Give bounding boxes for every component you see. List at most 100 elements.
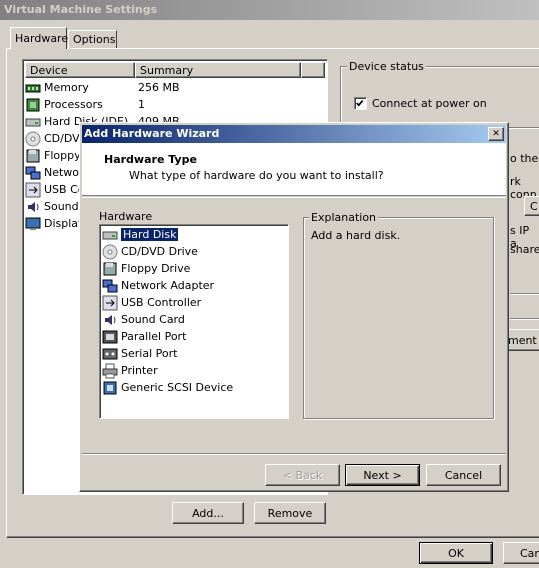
partial-button[interactable]: C <box>524 196 539 216</box>
hardware-item-serial[interactable]: Serial Port <box>102 345 177 362</box>
hardware-item-label: Printer <box>121 364 158 377</box>
hardware-item-sound[interactable]: Sound Card <box>102 311 185 328</box>
next-button[interactable]: Next > <box>345 464 420 486</box>
window-titlebar: Virtual Machine Settings <box>0 0 539 20</box>
floppy-icon <box>26 149 40 162</box>
device-row-sound[interactable]: Sound <box>25 198 79 215</box>
device-row-display[interactable]: Display <box>25 215 85 232</box>
cd-dvd-icon <box>25 131 41 146</box>
wizard-header: Hardware Type What type of hardware do y… <box>82 143 506 196</box>
device-name: Sound <box>44 200 79 213</box>
device-status-label: Device status <box>347 60 426 73</box>
sound-icon <box>28 201 39 212</box>
divider-line <box>510 293 539 295</box>
header-divider <box>82 197 506 198</box>
hardware-item-network[interactable]: Network Adapter <box>102 277 214 294</box>
hardware-item-scsi[interactable]: Generic SCSI Device <box>102 379 233 396</box>
checkbox-box[interactable] <box>354 97 367 110</box>
hardware-item-hard-disk[interactable]: Hard Disk <box>102 226 179 243</box>
checkmark-icon <box>356 100 364 107</box>
add-button[interactable]: Add... <box>172 502 244 524</box>
device-summary: 256 MB <box>138 81 180 94</box>
column-header-device[interactable]: Device <box>25 62 135 78</box>
usb-icon <box>102 295 118 310</box>
sound-icon <box>105 314 116 325</box>
device-row-processors[interactable]: Processors 1 <box>25 96 145 113</box>
hardware-item-usb[interactable]: USB Controller <box>102 294 201 311</box>
cancel-button[interactable]: Can <box>503 542 539 564</box>
hardware-item-label: Floppy Drive <box>121 262 191 275</box>
wizard-titlebar: Add Hardware Wizard ✕ <box>82 125 506 143</box>
column-summary-label: Summary <box>140 64 194 77</box>
scsi-icon <box>103 381 117 394</box>
processor-icon <box>26 98 40 111</box>
hardware-item-label: Parallel Port <box>121 330 187 343</box>
device-row-floppy[interactable]: Floppy <box>25 147 81 164</box>
hardware-item-floppy[interactable]: Floppy Drive <box>102 260 190 277</box>
divider-line <box>510 318 539 320</box>
wizard-close-button[interactable]: ✕ <box>488 127 504 141</box>
device-row-network[interactable]: Networ <box>25 164 84 181</box>
ok-button[interactable]: OK <box>419 542 493 564</box>
printer-icon <box>102 363 118 378</box>
hardware-item-printer[interactable]: Printer <box>102 362 158 379</box>
device-summary: 1 <box>138 98 145 111</box>
fragment-to-the: o the <box>510 152 539 165</box>
column-header-filler <box>301 62 325 78</box>
tab-hardware[interactable]: Hardware <box>10 27 69 49</box>
explanation-group: Explanation Add a hard disk. <box>303 211 494 419</box>
window-title: Virtual Machine Settings <box>4 3 158 16</box>
floppy-icon <box>103 262 117 275</box>
device-name: Processors <box>44 98 103 111</box>
tab-options-label: Options <box>73 33 116 46</box>
remove-button-label: Remove <box>267 506 313 520</box>
cancel-button-label: Can <box>520 546 539 560</box>
network-icon <box>25 166 41 179</box>
remove-button[interactable]: Remove <box>254 502 326 524</box>
network-icon <box>102 279 118 292</box>
hardware-label: Hardware <box>99 210 153 223</box>
hardware-item-label: USB Controller <box>121 296 202 309</box>
hardware-item-cd-dvd[interactable]: CD/DVD Drive <box>102 243 198 260</box>
parallel-port-icon <box>102 330 118 343</box>
connect-at-power-on-label: Connect at power on <box>372 97 487 110</box>
usb-icon <box>25 182 41 197</box>
wizard-heading: Hardware Type <box>104 153 197 166</box>
back-button[interactable]: < Back <box>265 464 340 486</box>
device-row-memory[interactable]: Memory 256 MB <box>25 79 180 96</box>
close-icon: ✕ <box>492 129 500 139</box>
hardware-item-label: Generic SCSI Device <box>121 381 234 394</box>
partial-button-label: C <box>530 199 538 213</box>
connect-at-power-on-checkbox[interactable]: Connect at power on <box>354 97 487 110</box>
device-row-usb[interactable]: USB Co <box>25 181 85 198</box>
device-name: Memory <box>44 81 89 94</box>
wizard-title: Add Hardware Wizard <box>84 127 220 140</box>
tab-options[interactable]: Options <box>68 30 117 48</box>
device-name: Networ <box>44 166 84 179</box>
device-status-group: Device status Connect at power on <box>340 60 539 128</box>
tab-hardware-label: Hardware <box>15 32 69 45</box>
footer-divider <box>82 453 506 455</box>
device-name: Floppy <box>44 149 81 162</box>
hardware-item-label: Sound Card <box>121 313 185 326</box>
hard-disk-icon <box>25 118 41 126</box>
hardware-item-label: Network Adapter <box>121 279 215 292</box>
hardware-item-label: CD/DVD Drive <box>121 245 198 258</box>
fragment-share: share <box>510 243 539 256</box>
display-icon <box>25 217 41 230</box>
explanation-text: Add a hard disk. <box>311 229 401 242</box>
serial-port-icon <box>102 348 118 359</box>
hardware-item-parallel[interactable]: Parallel Port <box>102 328 186 345</box>
wizard-cancel-button-label: Cancel <box>444 468 483 482</box>
next-button-label: Next > <box>363 468 402 482</box>
hardware-item-label: Serial Port <box>121 347 178 360</box>
hardware-item-label: Hard Disk <box>121 228 179 241</box>
explanation-label: Explanation <box>309 211 379 224</box>
column-header-summary[interactable]: Summary <box>135 62 301 78</box>
wizard-subheading: What type of hardware do you want to ins… <box>129 169 384 182</box>
column-device-label: Device <box>30 64 68 77</box>
wizard-cancel-button[interactable]: Cancel <box>426 464 501 486</box>
hard-disk-icon <box>102 231 118 239</box>
back-button-label: < Back <box>282 468 323 482</box>
ok-button-label: OK <box>448 546 464 560</box>
